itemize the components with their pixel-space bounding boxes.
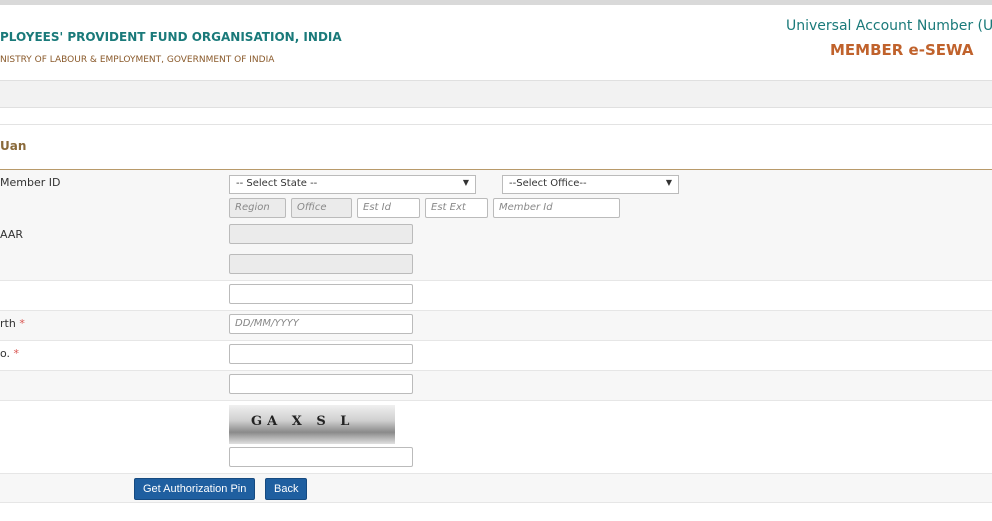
org-name: PLOYEES' PROVIDENT FUND ORGANISATION, IN… (0, 30, 342, 44)
extra-input[interactable] (229, 374, 413, 394)
get-authorization-pin-button[interactable]: Get Authorization Pin (134, 478, 256, 500)
office-select-value: --Select Office-- (509, 178, 587, 189)
top-border (0, 0, 992, 5)
captcha-image: GA X S L (229, 405, 395, 444)
aadhaar-input[interactable] (229, 224, 413, 244)
est-id-input[interactable]: Est Id (357, 198, 420, 218)
portal-title: Universal Account Number (UA (786, 18, 992, 34)
est-ext-placeholder: Est Ext (431, 202, 466, 213)
mobile-row (0, 341, 992, 371)
text-input[interactable] (229, 284, 413, 304)
blank-row (0, 281, 992, 311)
captcha-input[interactable] (229, 447, 413, 467)
captcha-text: GA X S L (251, 414, 355, 429)
member-id-placeholder: Member Id (499, 202, 553, 213)
panel-title: Uan (0, 139, 27, 153)
office-select[interactable]: --Select Office-- ▼ (502, 175, 679, 194)
portal-subtitle: MEMBER e-SEWA (830, 41, 974, 59)
region-input[interactable]: Region (229, 198, 286, 218)
dob-input[interactable]: DD/MM/YYYY (229, 314, 413, 334)
mobile-label: o. * (0, 347, 19, 360)
est-id-placeholder: Est Id (363, 202, 391, 213)
nav-bar (0, 80, 992, 108)
mobile-input[interactable] (229, 344, 413, 364)
extra-row (0, 371, 992, 401)
back-button[interactable]: Back (265, 478, 308, 500)
state-select[interactable]: -- Select State -- ▼ (229, 175, 476, 194)
chevron-down-icon: ▼ (462, 178, 469, 187)
state-select-value: -- Select State -- (236, 178, 318, 189)
member-id-label: Member ID (0, 176, 61, 189)
est-ext-input[interactable]: Est Ext (425, 198, 488, 218)
office-placeholder: Office (297, 202, 327, 213)
dob-label-text: rth (0, 317, 16, 330)
dob-placeholder: DD/MM/YYYY (235, 318, 299, 329)
chevron-down-icon: ▼ (665, 178, 672, 187)
dob-row (0, 311, 992, 341)
ministry-name: NISTRY OF LABOUR & EMPLOYMENT, GOVERNMEN… (0, 55, 275, 65)
member-id-row (0, 170, 992, 281)
region-placeholder: Region (235, 202, 270, 213)
office-input[interactable]: Office (291, 198, 352, 218)
aadhaar-label: AAR (0, 228, 23, 241)
required-mark: * (19, 317, 25, 330)
dob-label: rth * (0, 317, 25, 330)
panel-heading: Uan (0, 125, 992, 171)
captcha-row (0, 401, 992, 474)
name-input[interactable] (229, 254, 413, 274)
mobile-label-text: o. (0, 347, 11, 360)
member-id-input[interactable]: Member Id (493, 198, 620, 218)
required-mark: * (13, 347, 20, 360)
